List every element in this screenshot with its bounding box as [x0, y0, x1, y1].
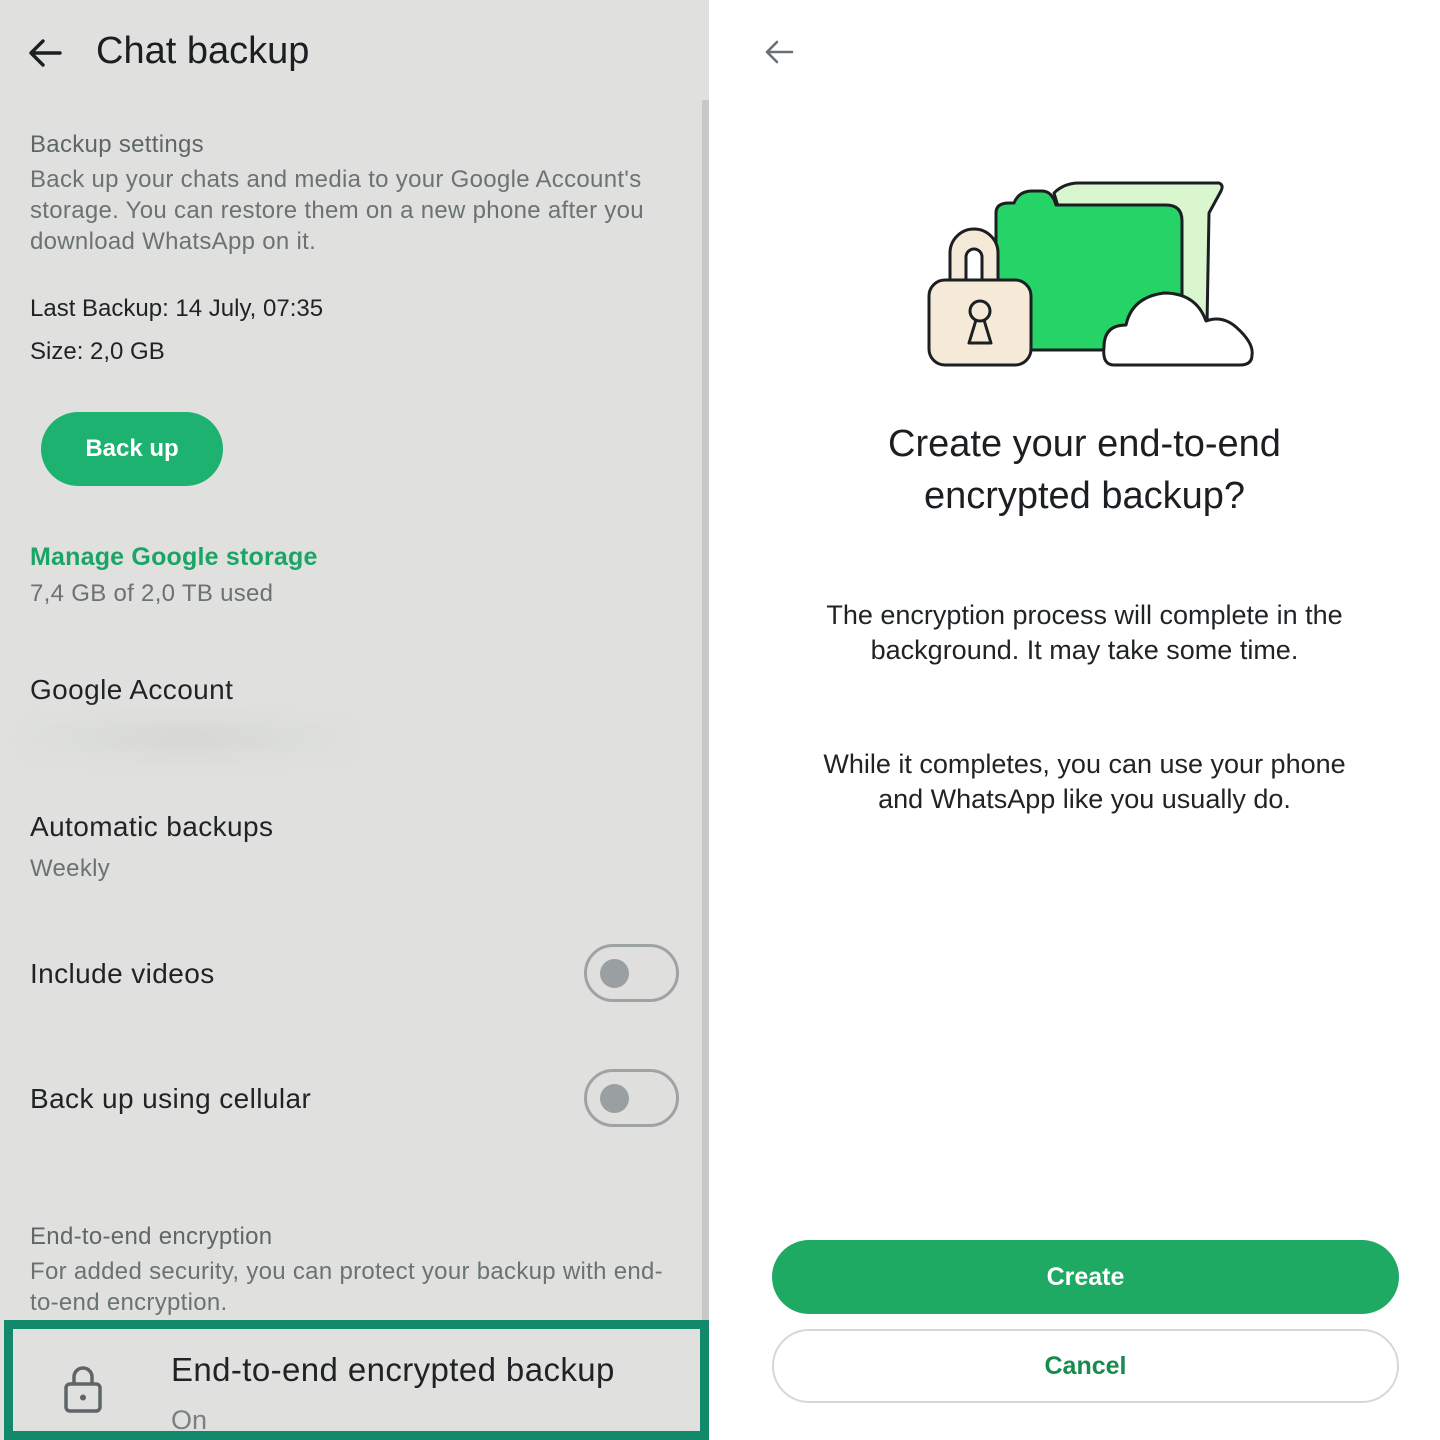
back-arrow-icon[interactable]: [26, 34, 64, 72]
backup-settings-heading: Backup settings: [30, 131, 204, 158]
create-e2e-backup-screen: Create your end-to-end encrypted backup?…: [709, 0, 1440, 1440]
e2e-item-title: End-to-end encrypted backup: [171, 1351, 615, 1388]
automatic-backups-label[interactable]: Automatic backups: [30, 811, 273, 843]
para2-line-2: and WhatsApp like you usually do.: [878, 784, 1291, 814]
create-button[interactable]: Create: [772, 1240, 1399, 1314]
backup-illustration: [927, 181, 1254, 367]
back-arrow-icon[interactable]: [763, 36, 795, 68]
para2-line-1: While it completes, you can use your pho…: [823, 749, 1346, 779]
usage-info-text: While it completes, you can use your pho…: [749, 747, 1420, 817]
headline-line-1: Create your end-to-end: [888, 423, 1281, 465]
dialog-headline: Create your end-to-end encrypted backup?: [749, 418, 1420, 522]
toggle-knob: [600, 1084, 629, 1113]
toggle-knob: [600, 959, 629, 988]
para1-line-1: The encryption process will complete in …: [826, 600, 1343, 630]
cancel-button[interactable]: Cancel: [772, 1329, 1399, 1403]
google-account-value-redacted: [22, 712, 352, 764]
storage-used-text: 7,4 GB of 2,0 TB used: [30, 580, 274, 607]
encryption-process-text: The encryption process will complete in …: [749, 598, 1420, 668]
manage-google-storage-link[interactable]: Manage Google storage: [30, 543, 318, 572]
backup-cellular-label: Back up using cellular: [30, 1083, 312, 1114]
include-videos-toggle[interactable]: [584, 944, 679, 1002]
backup-size-text: Size: 2,0 GB: [30, 338, 165, 365]
e2e-description: For added security, you can protect your…: [30, 1258, 663, 1316]
para1-line-2: background. It may take some time.: [870, 635, 1299, 665]
e2e-item-status: On: [171, 1405, 208, 1435]
backup-cellular-toggle[interactable]: [584, 1069, 679, 1127]
back-up-button[interactable]: Back up: [41, 412, 223, 486]
headline-line-2: encrypted backup?: [923, 475, 1246, 517]
e2e-encrypted-backup-item[interactable]: End-to-end encrypted backup On: [4, 1320, 709, 1440]
page-title: Chat backup: [96, 30, 310, 72]
lock-icon: [64, 1366, 102, 1413]
last-backup-text: Last Backup: 14 July, 07:35: [30, 295, 324, 322]
backup-settings-description: Back up your chats and media to your Goo…: [30, 166, 644, 255]
automatic-backups-value: Weekly: [30, 855, 111, 882]
google-account-label[interactable]: Google Account: [30, 674, 233, 706]
include-videos-label: Include videos: [30, 958, 215, 989]
scrollbar[interactable]: [702, 100, 709, 1320]
chat-backup-screen: Chat backup Backup settings Back up your…: [0, 0, 709, 1440]
e2e-heading: End-to-end encryption: [30, 1223, 273, 1250]
